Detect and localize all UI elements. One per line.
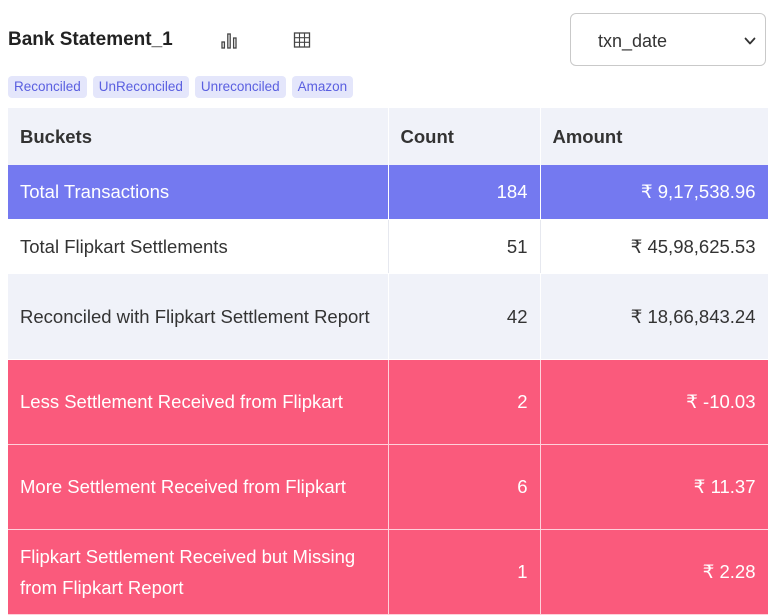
- date-field-select-value: txn_date: [598, 31, 668, 51]
- report-title: Bank Statement_1: [8, 29, 173, 50]
- table-row[interactable]: More Settlement Received from Flipkart 6…: [8, 444, 768, 530]
- buckets-table: Buckets Count Amount Total Transactions …: [8, 108, 768, 615]
- table-row[interactable]: Total Transactions 184 ₹ 9,17,538.96: [8, 165, 768, 220]
- count-cell: 42: [388, 273, 541, 360]
- chevron-down-icon: [744, 37, 756, 45]
- table-header-row: Buckets Count Amount: [8, 108, 768, 165]
- table-row[interactable]: Less Settlement Received from Flipkart 2…: [8, 359, 768, 445]
- bucket-cell: Total Flipkart Settlements: [8, 219, 389, 274]
- bucket-cell: Less Settlement Received from Flipkart: [8, 359, 389, 445]
- table-grid-icon[interactable]: [289, 27, 315, 53]
- bar-chart-icon[interactable]: [216, 27, 242, 53]
- count-cell: 51: [388, 219, 541, 274]
- amount-cell: ₹ 2.28: [540, 529, 768, 615]
- bucket-cell: More Settlement Received from Flipkart: [8, 444, 389, 530]
- table-row[interactable]: Total Flipkart Settlements 51 ₹ 45,98,62…: [8, 219, 768, 274]
- amount-cell: ₹ 9,17,538.96: [540, 165, 768, 220]
- filter-tags: Reconciled UnReconciled Unreconciled Ama…: [8, 76, 354, 98]
- count-cell: 1: [388, 529, 541, 615]
- column-header-amount[interactable]: Amount: [540, 108, 768, 165]
- table-row[interactable]: Flipkart Settlement Received but Missing…: [8, 529, 768, 615]
- tag-unreconciled-caps[interactable]: UnReconciled: [92, 76, 189, 98]
- bucket-cell: Reconciled with Flipkart Settlement Repo…: [8, 273, 389, 360]
- table-row[interactable]: Reconciled with Flipkart Settlement Repo…: [8, 273, 768, 360]
- bucket-cell: Total Transactions: [8, 165, 389, 220]
- amount-cell: ₹ -10.03: [540, 359, 768, 445]
- report-header: Bank Statement_1 txn_date: [0, 0, 768, 70]
- bucket-cell: Flipkart Settlement Received but Missing…: [8, 529, 389, 615]
- count-cell: 2: [388, 359, 541, 445]
- count-cell: 184: [388, 165, 541, 220]
- tag-amazon[interactable]: Amazon: [291, 76, 354, 98]
- tag-reconciled[interactable]: Reconciled: [8, 76, 87, 98]
- amount-cell: ₹ 11.37: [540, 444, 768, 530]
- column-header-count[interactable]: Count: [388, 108, 541, 165]
- column-header-buckets[interactable]: Buckets: [8, 108, 389, 165]
- count-cell: 6: [388, 444, 541, 530]
- amount-cell: ₹ 45,98,625.53: [540, 219, 768, 274]
- tag-unreconciled[interactable]: Unreconciled: [194, 76, 286, 98]
- date-field-select[interactable]: txn_date: [570, 13, 766, 66]
- amount-cell: ₹ 18,66,843.24: [540, 273, 768, 360]
